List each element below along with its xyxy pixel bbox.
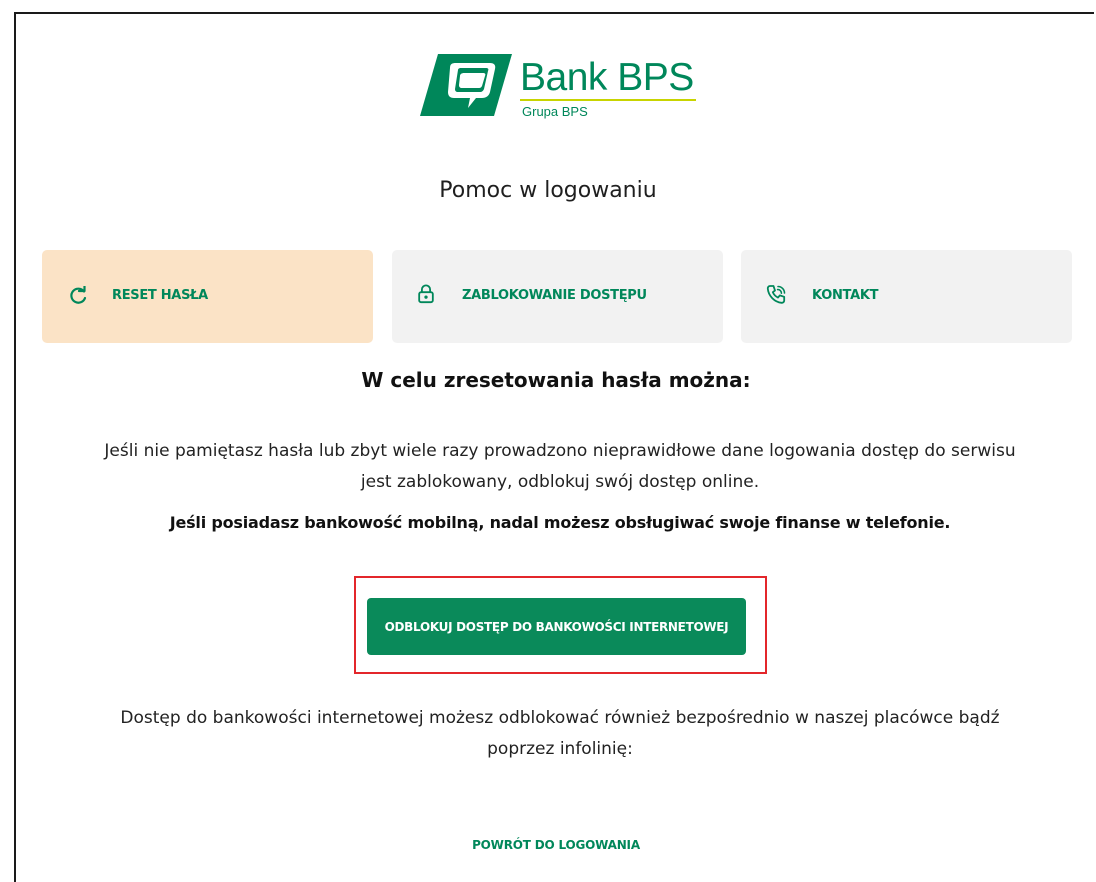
brand-name: Bank BPS — [520, 56, 694, 99]
mobile-banking-note: Jeśli posiadasz bankowość mobilną, nadal… — [169, 513, 951, 532]
tab-label: RESET HASŁA — [112, 288, 208, 303]
info-paragraph-line-1: Jeśli nie pamiętasz hasła lub zbyt wiele… — [104, 441, 1016, 461]
tab-blocked-access[interactable]: ZABLOKOWANIE DOSTĘPU — [392, 250, 723, 343]
tab-reset-password[interactable]: RESET HASŁA — [42, 250, 373, 343]
back-to-login-link[interactable]: POWRÓT DO LOGOWANIA — [0, 838, 1096, 852]
section-heading: W celu zresetowania hasła można: — [361, 368, 751, 392]
branch-info-line-2: poprzez infolinię: — [487, 739, 633, 759]
tab-contact[interactable]: KONTAKT — [741, 250, 1072, 343]
tab-label: KONTAKT — [812, 288, 879, 303]
brand-divider — [520, 99, 696, 101]
branch-info-line-1: Dostęp do bankowości internetowej możesz… — [120, 708, 1000, 728]
tab-label: ZABLOKOWANIE DOSTĘPU — [462, 288, 647, 303]
info-paragraph-line-2: jest zablokowany, odblokuj swój dostęp o… — [360, 472, 760, 492]
page-title: Pomoc w logowaniu — [439, 178, 657, 203]
brand-subtitle: Grupa BPS — [522, 104, 588, 119]
phone-icon — [766, 285, 786, 304]
refresh-icon — [70, 286, 87, 304]
unlock-online-access-button[interactable]: ODBLOKUJ DOSTĘP DO BANKOWOŚCI INTERNETOW… — [367, 598, 746, 655]
lock-icon — [418, 284, 434, 304]
